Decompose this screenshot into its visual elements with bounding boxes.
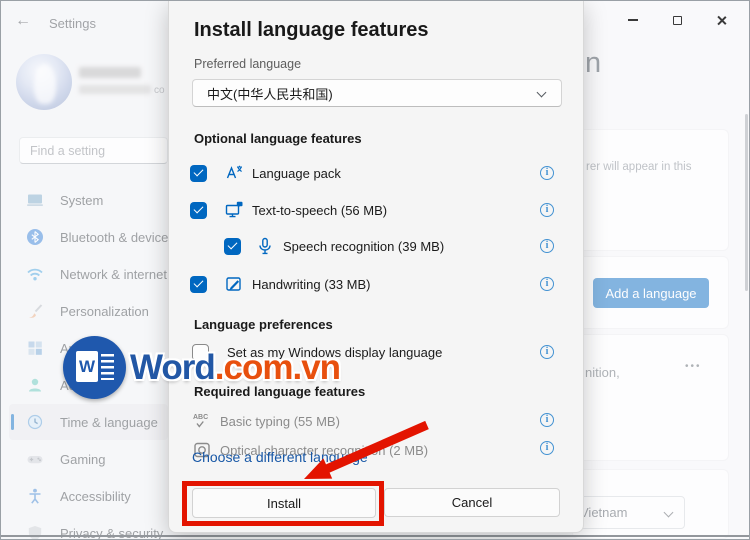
speech-recognition-checkbox[interactable] [224,237,241,255]
svg-text:ABC: ABC [193,414,208,421]
watermark-text: Word.com.vn [130,347,341,388]
chevron-down-icon [536,87,547,98]
maximize-button[interactable] [655,9,699,31]
watermark-domain: .com.vn [214,347,341,387]
feature-label: Speech recognition (39 MB) [283,238,445,254]
info-icon[interactable] [540,277,554,291]
language-pack-row: Language pack [190,161,341,185]
text-to-speech-icon [225,201,243,218]
feature-label: Language pack [252,165,341,181]
watermark: W Word.com.vn [63,336,341,399]
feature-label: Handwriting (33 MB) [252,276,371,292]
dialog-title: Install language features [194,19,429,41]
minimize-button[interactable] [611,9,655,31]
preferred-language-label: Preferred language [194,57,302,71]
word-logo-icon: W [63,336,126,399]
word-logo-page: W [76,351,98,382]
language-pack-icon [226,165,242,179]
feature-label: Text-to-speech (56 MB) [252,202,388,218]
info-icon[interactable] [540,166,554,180]
maximize-icon [672,15,682,25]
microphone-icon [259,237,271,255]
text-to-speech-checkbox[interactable] [190,201,207,219]
word-logo-lines [101,354,114,380]
preferred-language-dropdown[interactable]: 中文(中华人民共和国) [192,79,562,107]
minimize-icon [628,19,638,21]
window-controls [611,9,743,31]
speech-recognition-row: Speech recognition (39 MB) [224,234,444,258]
annotation-arrow-icon [304,420,429,479]
settings-window: ← Settings co System Bluetooth & devices… [0,0,750,540]
info-icon[interactable] [540,413,554,427]
basic-typing-icon: ABC [193,414,208,428]
info-icon[interactable] [540,441,554,455]
info-icon[interactable] [540,345,554,359]
optional-section-title: Optional language features [194,131,362,146]
info-icon[interactable] [540,203,554,217]
handwriting-row: Handwriting (33 MB) [190,272,371,296]
preferred-language-value: 中文(中华人民共和国) [207,86,333,102]
handwriting-checkbox[interactable] [190,275,207,293]
word-logo-letter: W [78,356,96,376]
handwriting-icon [226,277,241,291]
window-bottom-edge [1,535,749,537]
language-pack-checkbox[interactable] [190,164,207,182]
close-icon [716,15,727,26]
info-icon[interactable] [540,239,554,253]
text-to-speech-row: Text-to-speech (56 MB) [190,198,387,222]
watermark-brand: Word [130,347,216,387]
close-button[interactable] [699,9,743,31]
preferences-section-title: Language preferences [194,317,333,332]
